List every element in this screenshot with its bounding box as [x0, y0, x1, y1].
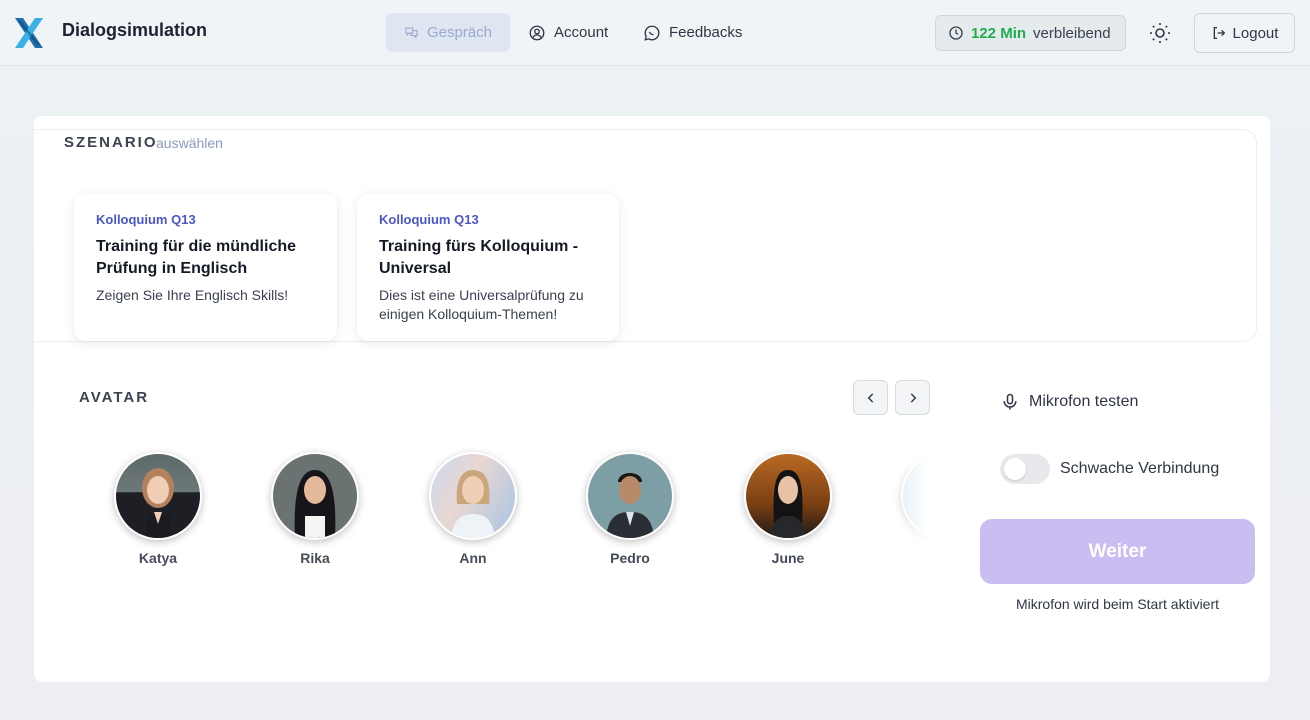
- avatar-name: Ann: [459, 550, 487, 566]
- message-icon: [644, 25, 660, 41]
- weak-connection-label: Schwache Verbindung: [1060, 460, 1220, 477]
- avatar-item-june[interactable]: June: [738, 452, 838, 566]
- scenario-category: Kolloquium Q13: [379, 212, 479, 227]
- nav-tab-feedbacks[interactable]: Feedbacks: [625, 13, 760, 52]
- app-title: Dialogsimulation: [62, 20, 208, 40]
- scenario-card-universal[interactable]: Kolloquium Q13 Training fürs Kolloquium …: [357, 194, 619, 341]
- chevron-left-icon: [867, 392, 873, 403]
- avatar-image: [429, 452, 517, 540]
- avatar-name: June: [771, 550, 805, 566]
- avatar-carousel: Katya Rika Ann Pedro June: [74, 446, 928, 576]
- avatar-item-katya[interactable]: Katya: [108, 452, 208, 566]
- avatar-name: Rika: [300, 550, 330, 566]
- scenario-card-englisch[interactable]: Kolloquium Q13 Training für die mündlich…: [74, 194, 337, 341]
- timer-suffix: verbleibend: [1033, 24, 1111, 42]
- logout-label: Logout: [1232, 24, 1279, 42]
- avatar-name: Pedro: [610, 550, 650, 566]
- scenario-subtitle: auswählen: [156, 135, 223, 151]
- sun-icon[interactable]: [1148, 21, 1172, 45]
- avatar-name: Katya: [138, 550, 178, 566]
- scenario-card-title: Training fürs Kolloquium - Universal: [379, 238, 579, 277]
- scenario-section: SZENARIO auswählen Kolloquium Q13 Traini…: [34, 129, 1257, 342]
- time-remaining-badge: 122 Min verbleibend: [935, 15, 1126, 51]
- logout-button[interactable]: Logout: [1194, 13, 1295, 53]
- continue-button[interactable]: Weiter: [980, 519, 1255, 584]
- chevron-right-icon: [910, 392, 916, 403]
- scenario-category: Kolloquium Q13: [96, 212, 196, 227]
- chat-icon: [405, 26, 418, 39]
- microphone-icon: [1003, 393, 1017, 410]
- carousel-fade: [888, 446, 928, 576]
- avatar-item-pedro[interactable]: Pedro: [580, 452, 680, 566]
- weak-connection-row: Schwache Verbindung: [1000, 454, 1219, 484]
- avatar-title: AVATAR: [79, 389, 150, 406]
- nav-label: Feedbacks: [669, 24, 743, 41]
- avatar-item-rika[interactable]: Rika: [265, 452, 365, 566]
- nav-tab-account[interactable]: Account: [510, 13, 626, 52]
- scenario-card-title: Training für die mündliche Prüfung in En…: [96, 238, 297, 277]
- avatar-prev-button[interactable]: [853, 380, 888, 415]
- avatar-image: [114, 452, 202, 540]
- scenario-card-description: Dies ist eine Universalprüfung zu einige…: [379, 287, 584, 322]
- avatar-item-ann[interactable]: Ann: [423, 452, 523, 566]
- scenario-title: SZENARIO: [64, 134, 158, 151]
- avatar-image: [271, 452, 359, 540]
- logo-icon[interactable]: [9, 13, 49, 53]
- weak-connection-toggle[interactable]: [1000, 454, 1050, 484]
- nav-tab-gespraech[interactable]: Gespräch: [386, 13, 510, 52]
- clock-icon: [949, 26, 963, 40]
- avatar-image: [744, 452, 832, 540]
- nav-label: Account: [554, 24, 609, 41]
- mic-test-button[interactable]: Mikrofon testen: [1000, 392, 1138, 412]
- user-circle-icon: [529, 25, 545, 40]
- top-bar: Dialogsimulation Gespräch Account Feedba…: [0, 0, 1310, 66]
- nav-label: Gespräch: [426, 24, 492, 41]
- logout-icon: [1213, 27, 1225, 39]
- avatar-next-button[interactable]: [895, 380, 930, 415]
- main-card: SZENARIO auswählen Kolloquium Q13 Traini…: [34, 116, 1270, 682]
- avatar-image: [586, 452, 674, 540]
- minutes-remaining: 122 Min: [971, 24, 1027, 42]
- scenario-card-description: Zeigen Sie Ihre Englisch Skills!: [96, 287, 289, 303]
- mic-test-label: Mikrofon testen: [1029, 393, 1139, 410]
- mic-hint: Mikrofon wird beim Start aktiviert: [1015, 596, 1220, 612]
